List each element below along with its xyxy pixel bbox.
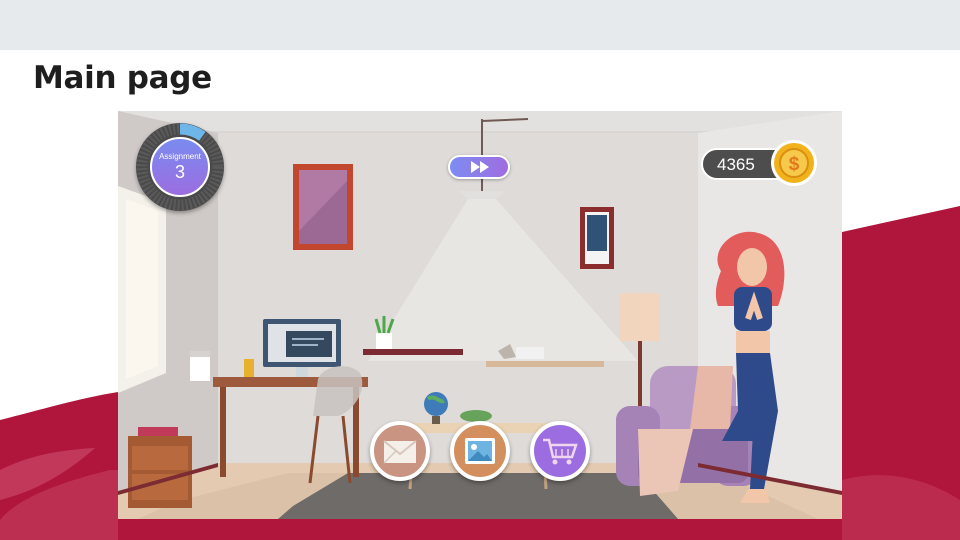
assignment-badge: Assignment 3 [150,137,210,197]
fast-forward-icon [471,161,489,173]
assignment-progress-ring[interactable]: Assignment 3 [136,123,224,211]
game-screen: Assignment 3 4365 $ [118,111,842,519]
envelope-icon [383,440,417,464]
coin-value: 4365 [717,155,755,174]
coin-icon: $ [770,139,818,187]
fast-forward-button[interactable] [448,155,510,179]
mail-button[interactable] [370,421,430,481]
page-title: Main page [33,60,212,96]
shopping-cart-icon [543,438,578,465]
assignment-count: 3 [174,162,185,182]
assignment-label: Assignment [159,152,201,161]
shop-button[interactable] [530,421,590,481]
gallery-button[interactable] [450,421,510,481]
coin-symbol: $ [789,154,800,175]
image-icon [465,438,495,464]
